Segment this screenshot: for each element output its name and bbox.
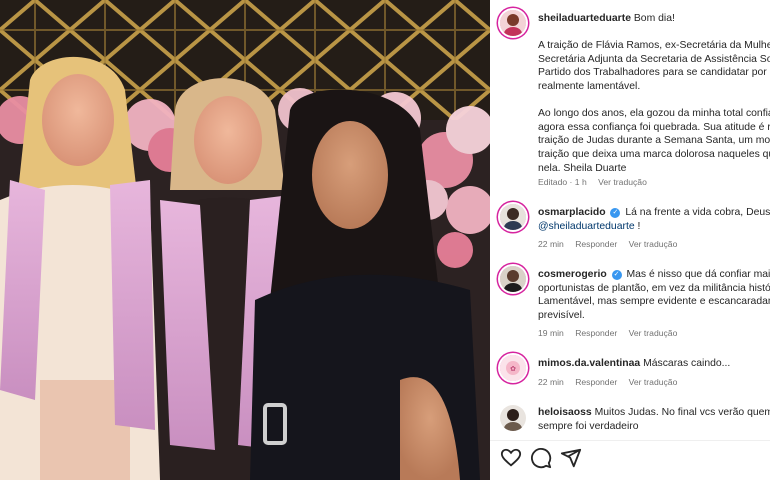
caption-line: traição de Judas durante a Semana Santa,… — [538, 135, 770, 147]
author-avatar-image — [500, 10, 526, 36]
comment-reply-button[interactable]: Responder — [575, 328, 617, 338]
comment-text: heloisaoss Muitos Judas. No final vcs ve… — [538, 406, 770, 433]
caption-text: sheiladuarteduarte Bom dia! A traição de… — [538, 12, 770, 189]
comment-body-line: Muitos Judas. No final vcs verão quem r — [594, 407, 770, 418]
author-username[interactable]: sheiladuarteduarte — [538, 13, 631, 24]
commenter-avatar[interactable] — [500, 405, 526, 431]
comment-mention-suffix: ! — [634, 220, 641, 232]
comment-username[interactable]: heloisaoss — [538, 407, 592, 418]
comment-body-line: Lamentável, mas sempre evidente e escanc… — [538, 296, 770, 308]
caption-greeting: Bom dia! — [633, 13, 675, 24]
comment-icon[interactable] — [530, 447, 552, 469]
heart-icon[interactable] — [500, 447, 522, 469]
comment-reply-button[interactable]: Responder — [575, 239, 617, 249]
caption-line: Ao longo dos anos, ela gozou da minha to… — [538, 108, 770, 120]
comment-time: 22 min — [538, 239, 564, 249]
commenter-avatar-image — [500, 266, 526, 292]
caption-line: A traição de Flávia Ramos, ex-Secretária… — [538, 40, 770, 52]
caption-meta: Editado · 1 h Ver tradução — [538, 177, 656, 187]
caption-edited-time: Editado · 1 h — [538, 177, 587, 187]
caption-line: agora essa confiança foi quebrada. Sua a… — [538, 121, 770, 133]
caption-line: realmente lamentável. — [538, 80, 641, 92]
commenter-avatar[interactable] — [500, 266, 526, 292]
comment-text: osmarplacido ✓ Lá na frente a vida cobra… — [538, 206, 770, 233]
commenter-avatar-image — [500, 405, 526, 431]
comment-body-line: Lá na frente a vida cobra, Deus a f — [625, 207, 770, 218]
comment-translate-link[interactable]: Ver tradução — [629, 239, 678, 249]
comment-body-line: sempre foi verdadeiro — [538, 420, 639, 432]
caption-line: traição que deixa uma marca dolorosa naq… — [538, 148, 770, 160]
commenter-avatar[interactable] — [500, 204, 526, 230]
post-photo-illustration — [0, 0, 490, 480]
comment-username[interactable]: osmarplacido — [538, 207, 606, 218]
comment-body-line: oportunistas de plantão, em vez da milit… — [538, 282, 770, 294]
author-avatar[interactable] — [500, 10, 526, 36]
svg-text:✿: ✿ — [510, 365, 516, 373]
caption-line: nela. Sheila Duarte — [538, 162, 627, 174]
commenter-avatar-image: ✿ — [500, 355, 526, 381]
comment-body-line: Máscaras caindo... — [643, 358, 731, 369]
post-side-panel: sheiladuarteduarte Bom dia! A traição de… — [490, 0, 770, 480]
commenter-avatar[interactable]: ✿ — [500, 355, 526, 381]
share-icon[interactable] — [560, 447, 582, 469]
comment-meta: 19 min Responder Ver tradução — [538, 328, 686, 338]
verified-badge-icon: ✓ — [610, 208, 621, 218]
caption-line: Secretária Adjunta da Secretaria de Assi… — [538, 53, 770, 65]
caption-translate-link[interactable]: Ver tradução — [598, 177, 647, 187]
commenter-avatar-image — [500, 204, 526, 230]
comment-body-line: Mas é nisso que dá confiar mais n — [626, 269, 770, 280]
comment-time: 19 min — [538, 328, 564, 338]
comment-translate-link[interactable]: Ver tradução — [629, 328, 678, 338]
comment-text: cosmerogerio ✓ Mas é nisso que dá confia… — [538, 268, 770, 322]
post-action-bar — [490, 440, 770, 480]
post-photo[interactable] — [0, 0, 490, 480]
caption-line: Partido dos Trabalhadores para se candid… — [538, 67, 770, 79]
comment-meta: 22 min Responder Ver tradução — [538, 239, 686, 249]
comment-username[interactable]: mimos.da.valentinaa — [538, 358, 640, 369]
comment-username[interactable]: cosmerogerio — [538, 269, 607, 280]
comment-meta: 22 min Responder Ver tradução — [538, 377, 686, 387]
comment-body-line: previsível. — [538, 309, 585, 321]
verified-badge-icon: ✓ — [611, 270, 622, 280]
comment-time: 22 min — [538, 377, 564, 387]
comment-reply-button[interactable]: Responder — [575, 377, 617, 387]
comment-mention-link[interactable]: @sheiladuarteduarte — [538, 221, 635, 232]
comment-translate-link[interactable]: Ver tradução — [629, 377, 678, 387]
comment-text: mimos.da.valentinaa Máscaras caindo... — [538, 357, 770, 371]
